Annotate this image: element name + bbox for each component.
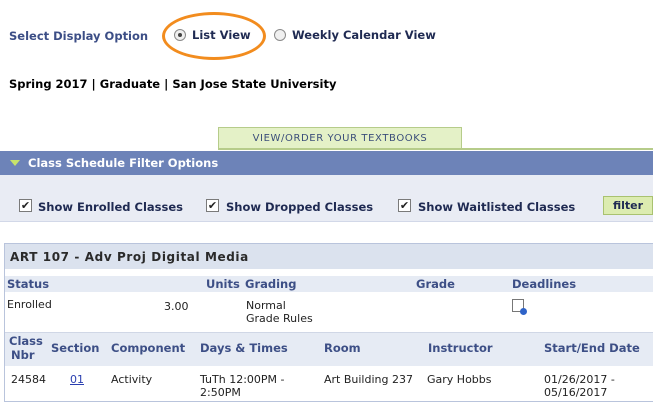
class-title: ART 107 - Adv Proj Digital Media [10,250,249,264]
show-dropped-checkbox[interactable]: ✔ [206,199,219,212]
deadlines-header: Deadlines [512,277,577,291]
class-nbr-header-2: Nbr [11,348,35,362]
status-header: Status [7,277,50,291]
section-header: Section [51,341,100,355]
dates-value-2: 05/16/2017 [544,386,608,399]
units-header: Units [206,277,240,291]
display-option-label: Select Display Option [9,29,149,43]
instructor-header: Instructor [428,341,493,355]
grading-header: Grading [245,277,297,291]
status-value: Enrolled [7,298,52,311]
room-value: Art Building 237 [324,373,413,386]
show-waitlisted-checkbox[interactable]: ✔ [398,199,411,212]
instructor-value: Gary Hobbs [427,373,492,386]
show-waitlisted-label: Show Waitlisted Classes [418,200,576,214]
class-title-bar: ART 107 - Adv Proj Digital Media [5,244,653,269]
grading-value: Normal [246,299,286,312]
collapse-triangle-icon[interactable] [10,160,20,166]
weekly-view-radio[interactable] [274,29,286,41]
days-times-value-2: 2:50PM [200,386,241,399]
term-info: Spring 2017 | Graduate | San Jose State … [9,77,337,91]
view-order-textbooks-button[interactable]: View/Order Your Textbooks [218,127,462,149]
component-value: Activity [111,373,153,386]
show-enrolled-checkbox[interactable]: ✔ [19,199,32,212]
divider [218,148,653,150]
info-icon [520,308,527,315]
days-times-header: Days & Times [200,341,288,355]
filter-title: Class Schedule Filter Options [28,156,219,170]
units-value: 3.00 [164,300,189,313]
days-times-value: TuTh 12:00PM - [200,373,285,386]
class-nbr-value: 24584 [11,373,46,386]
start-end-header: Start/End Date [544,341,640,355]
dates-value: 01/26/2017 - [544,373,615,386]
room-header: Room [324,341,361,355]
weekly-view-label[interactable]: Weekly Calendar View [292,28,436,42]
grade-header: Grade [416,277,455,291]
section-link[interactable]: 01 [70,373,84,386]
component-header: Component [111,341,186,355]
filter-button[interactable]: filter [603,196,653,215]
filter-options-body [0,175,653,222]
highlight-circle [162,12,266,60]
filter-options-header[interactable]: Class Schedule Filter Options [0,151,653,175]
class-nbr-header-1: Class [9,334,43,348]
show-dropped-label: Show Dropped Classes [226,200,374,214]
show-enrolled-label: Show Enrolled Classes [38,200,184,214]
grading-value-2: Grade Rules [246,312,313,325]
